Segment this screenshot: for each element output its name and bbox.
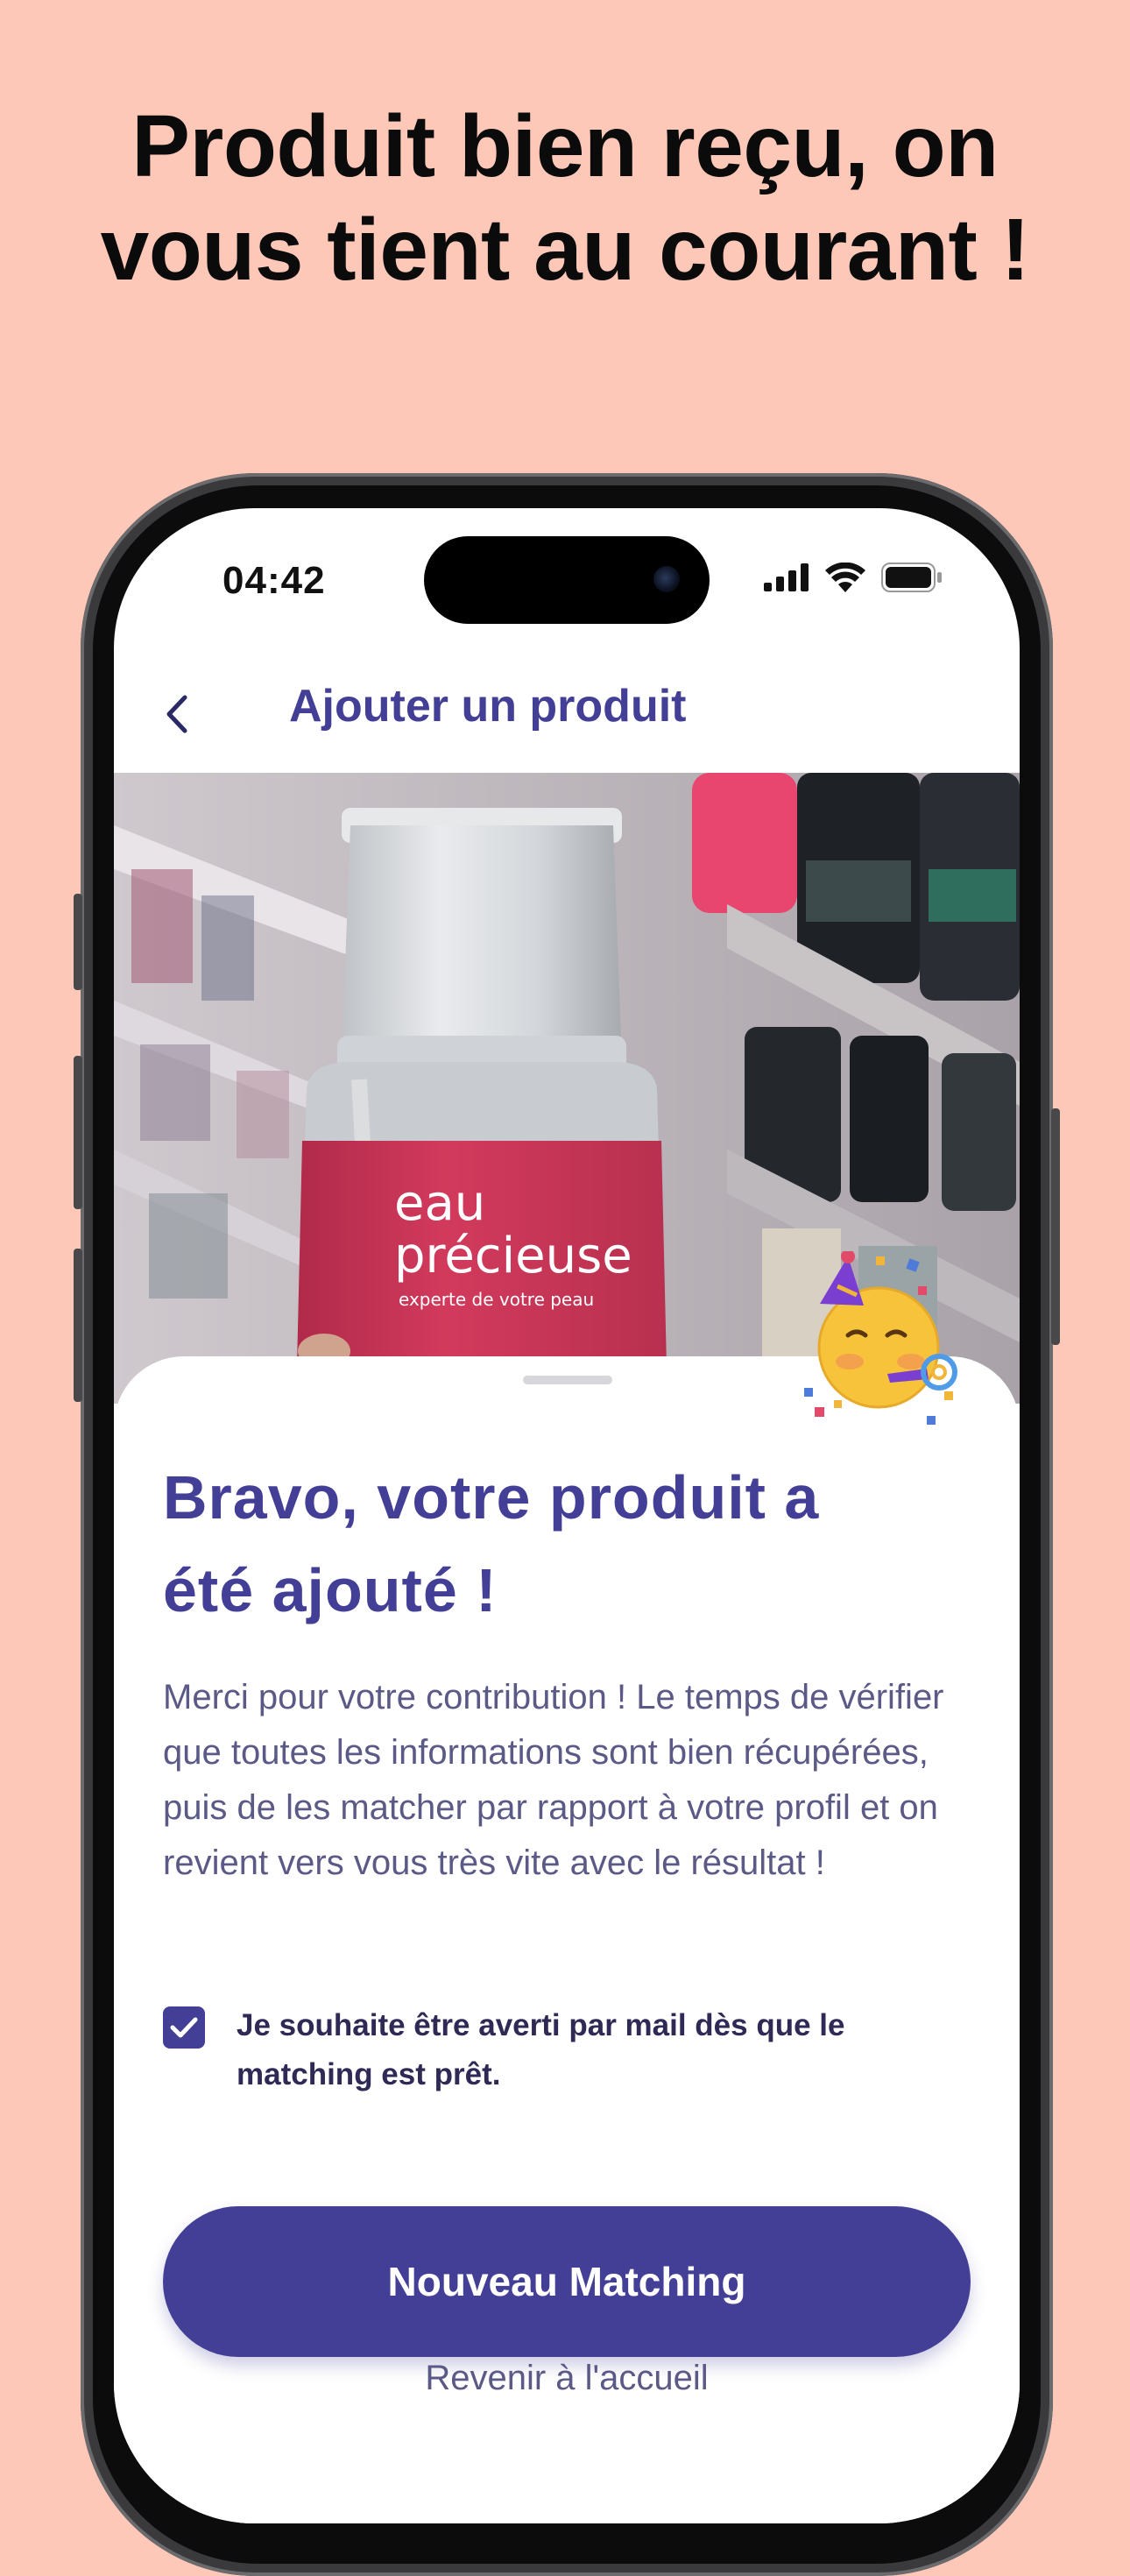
wifi-icon	[825, 563, 865, 592]
brand-line-1: eau	[394, 1175, 485, 1232]
chevron-left-icon	[166, 695, 187, 733]
bottom-sheet: Bravo, votre produit a été ajouté ! Merc…	[114, 1251, 1020, 2523]
brand-tagline: experte de votre peau	[399, 1289, 594, 1310]
new-matching-button[interactable]: Nouveau Matching	[163, 2206, 971, 2357]
power-button	[1051, 1108, 1060, 1345]
success-title: Bravo, votre produit a été ajouté !	[163, 1451, 951, 1637]
success-message: Merci pour votre contribution ! Le temps…	[163, 1678, 944, 1882]
email-notify-checkbox[interactable]	[163, 2006, 205, 2049]
nav-title: Ajouter un produit	[289, 681, 687, 732]
sheet-grabber[interactable]	[523, 1376, 612, 1384]
signal-icon	[764, 563, 809, 591]
headline-line-2: vous tient au courant !	[100, 201, 1030, 299]
status-time: 04:42	[222, 559, 326, 602]
success-title-line-1: Bravo, votre produit a	[163, 1463, 820, 1532]
status-icons	[764, 563, 943, 592]
success-title-line-2: été ajouté !	[163, 1556, 498, 1624]
volume-up-button	[74, 1056, 82, 1209]
dynamic-island	[424, 536, 710, 624]
brand-line-2: précieuse	[394, 1228, 632, 1284]
volume-down-button	[74, 1249, 82, 1402]
party-face-emoji	[804, 1251, 957, 1425]
action-button	[74, 894, 82, 990]
checkmark-icon	[170, 2017, 198, 2038]
back-button[interactable]	[151, 688, 203, 740]
back-to-home-link[interactable]: Revenir à l'accueil	[114, 2359, 1020, 2398]
email-notify-label: Je souhaite être averti par mail dès que…	[237, 2008, 845, 2091]
phone-screen: 04:42 Ajouter un produit eau précieuse e…	[114, 508, 1020, 2523]
battery-icon	[881, 563, 942, 592]
camera-lens	[653, 566, 680, 592]
headline: Produit bien reçu, on vous tient au cour…	[0, 95, 1130, 301]
headline-line-1: Produit bien reçu, on	[131, 97, 999, 195]
